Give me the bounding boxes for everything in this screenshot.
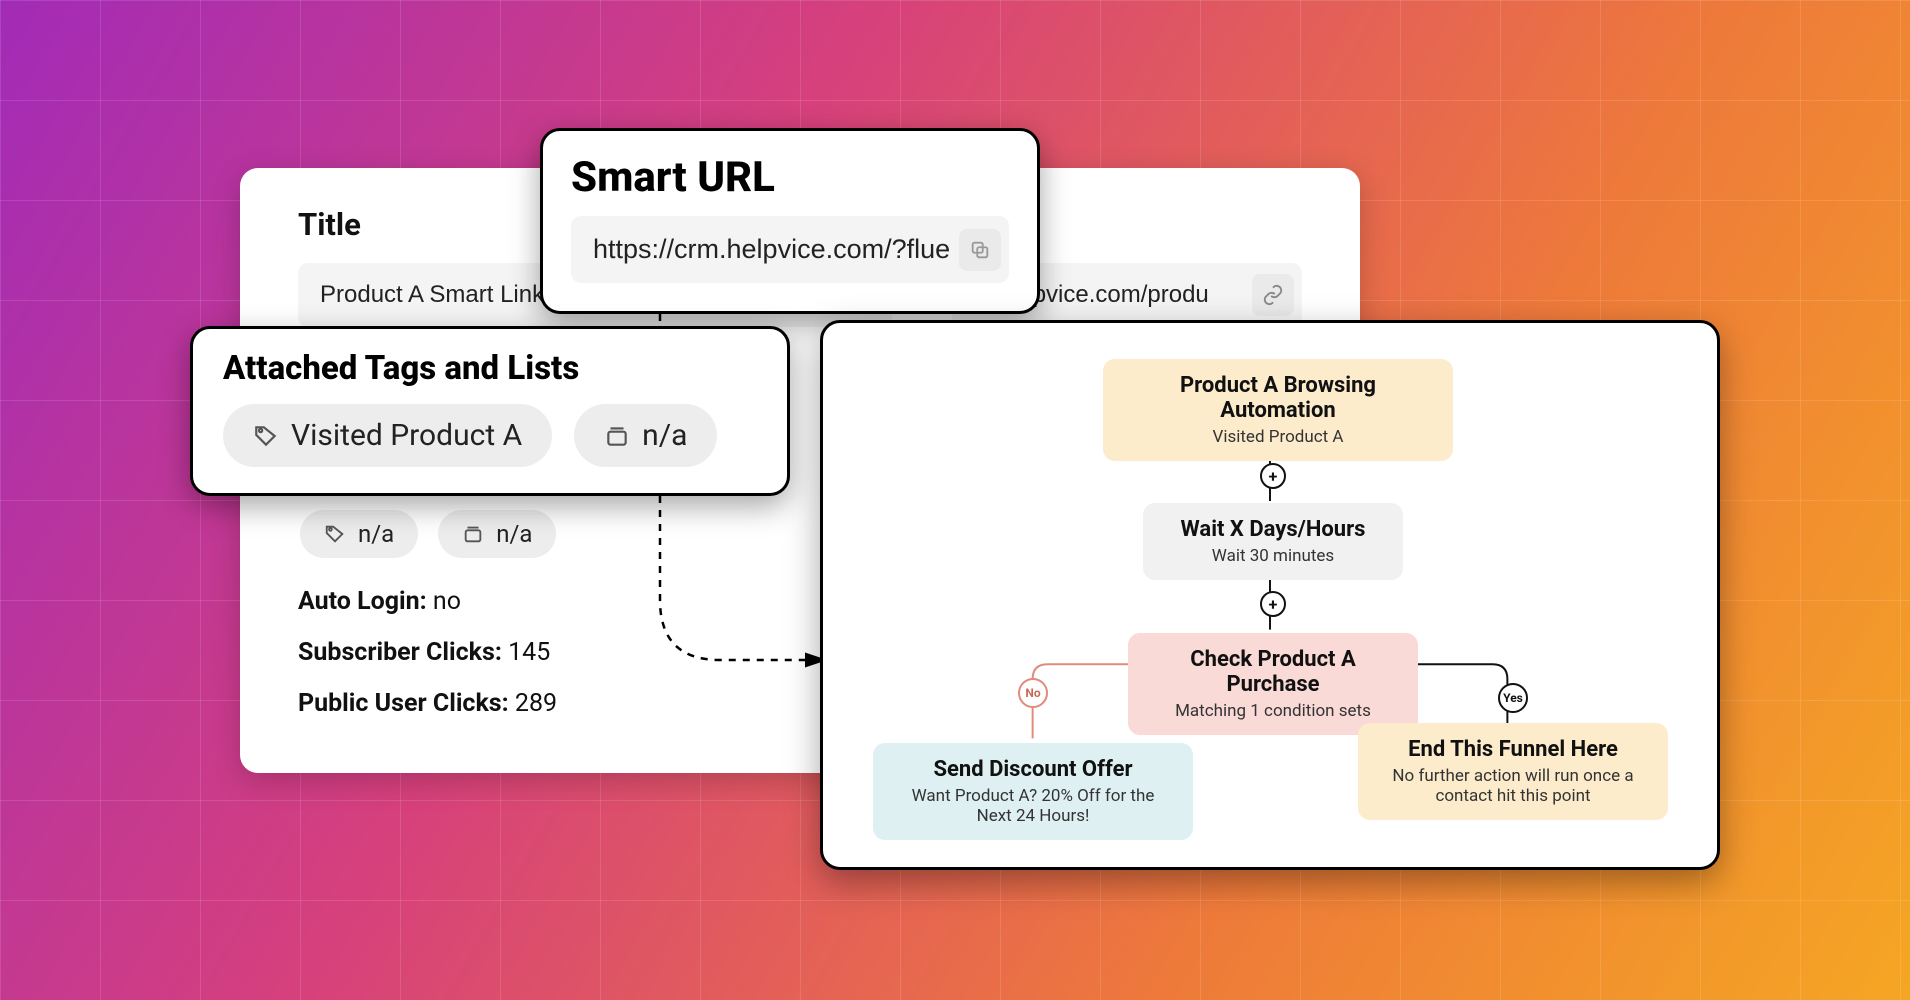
flow-node-subtitle: Want Product A? 20% Off for the Next 24 … [899, 786, 1167, 826]
detach-list-label: n/a [496, 520, 532, 548]
smart-url-popover: Smart URL [540, 128, 1040, 314]
attached-tag-pill[interactable]: Visited Product A [223, 404, 552, 467]
flow-node-offer[interactable]: Send Discount Offer Want Product A? 20% … [873, 743, 1193, 840]
flow-node-end[interactable]: End This Funnel Here No further action w… [1358, 723, 1668, 820]
attached-list-label: n/a [642, 418, 687, 453]
branch-no-badge: No [1018, 678, 1048, 708]
link-icon[interactable] [1252, 274, 1294, 316]
detach-tags-row: n/a n/a [300, 510, 556, 558]
flow-node-wait[interactable]: Wait X Days/Hours Wait 30 minutes [1143, 503, 1403, 580]
flow-node-subtitle: No further action will run once a contac… [1384, 766, 1642, 806]
detach-tag-label: n/a [358, 520, 394, 548]
flow-node-title: End This Funnel Here [1384, 737, 1642, 762]
flow-node-title: Wait X Days/Hours [1169, 517, 1377, 542]
automation-flow-panel: Product A Browsing Automation Visited Pr… [820, 320, 1720, 870]
detach-list-pill[interactable]: n/a [438, 510, 556, 558]
detach-tag-pill[interactable]: n/a [300, 510, 418, 558]
attached-tags-title: Attached Tags and Lists [223, 349, 757, 388]
attached-tags-popover: Attached Tags and Lists Visited Product … [190, 326, 790, 496]
flow-node-title: Check Product A Purchase [1154, 647, 1392, 697]
flow-node-subtitle: Wait 30 minutes [1169, 546, 1377, 566]
attached-list-pill[interactable]: n/a [574, 404, 717, 467]
flow-node-condition[interactable]: Check Product A Purchase Matching 1 cond… [1128, 633, 1418, 735]
copy-icon[interactable] [959, 229, 1001, 271]
add-step-button[interactable]: + [1260, 463, 1286, 489]
flow-node-start[interactable]: Product A Browsing Automation Visited Pr… [1103, 359, 1453, 461]
flow-node-title: Product A Browsing Automation [1129, 373, 1427, 423]
smart-url-title: Smart URL [571, 153, 1009, 202]
flow-node-subtitle: Visited Product A [1129, 427, 1427, 447]
attached-tag-label: Visited Product A [291, 418, 522, 453]
add-step-button[interactable]: + [1260, 591, 1286, 617]
branch-yes-badge: Yes [1498, 683, 1528, 713]
flow-node-title: Send Discount Offer [899, 757, 1167, 782]
smart-url-input[interactable] [571, 216, 1009, 283]
flow-node-subtitle: Matching 1 condition sets [1154, 701, 1392, 721]
